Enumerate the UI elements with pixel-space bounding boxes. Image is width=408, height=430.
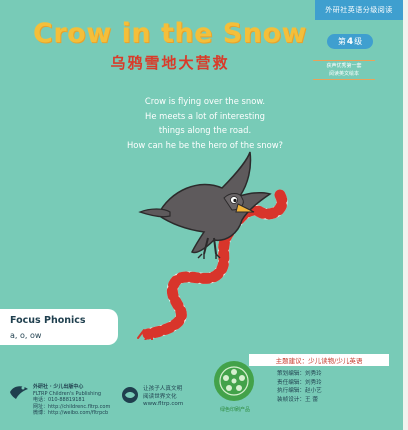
- book-cover: 外研社英语分级阅读 第4级 获声优秀第一套 阅读英文绘本 Crow in the…: [0, 0, 403, 430]
- publisher-logo-icon: [10, 386, 28, 399]
- credit-line: 执行编辑：赵小艺: [277, 388, 322, 394]
- focus-phonics-title: Focus Phonics: [10, 315, 86, 326]
- blurb: Crow is flying over the snow. He meets a…: [70, 94, 340, 152]
- series-tab: 外研社英语分级阅读: [315, 0, 403, 20]
- credit-line: 责任编辑：刘秀玲: [277, 379, 322, 386]
- blurb-line: He meets a lot of interesting: [145, 110, 265, 121]
- focus-phonics-sounds: a, o, ow: [10, 331, 42, 340]
- credit-line: 策划编辑：刘秀玲: [277, 371, 322, 377]
- book-title: Crow in the Snow: [33, 18, 307, 49]
- seal-caption: 绿色印刷产品: [219, 407, 250, 413]
- credits: 策划编辑：刘秀玲 责任编辑：刘秀玲 执行编辑：赵小艺 装帧设计：王 蕾: [277, 370, 377, 404]
- book-title-chinese: 乌鸦雪地大营救: [110, 54, 230, 72]
- page-edge: [403, 0, 408, 430]
- crow-illustration: [137, 151, 288, 340]
- publisher-line: 微博：http://weibo.com/fltrpcb: [33, 410, 109, 416]
- level-suffix: 级: [354, 37, 363, 46]
- blurb-line: things along the road.: [158, 125, 252, 135]
- world-line: www.fltrp.com: [143, 401, 184, 407]
- blurb-line: Crow is flying over the snow.: [144, 96, 266, 106]
- credit-line: 装帧设计：王 蕾: [277, 396, 318, 403]
- world-logo-icon: [122, 387, 138, 403]
- world-line: 阅读世界文化: [143, 393, 177, 400]
- level-number: 4: [346, 36, 354, 47]
- world-info: 让孩子人真文明 阅读世界文化 www.fltrp.com: [143, 386, 183, 409]
- focus-phonics-panel: Focus Phonics a, o, ow: [0, 309, 118, 345]
- world-line: 让孩子人真文明: [143, 386, 183, 392]
- green-seal-icon: [214, 361, 254, 401]
- age-suggestion: 主题建议：少儿读物/少儿英语: [249, 354, 389, 366]
- crow-body: [138, 151, 272, 259]
- publisher-info: 外研社 · 少儿出版中心 FLTRP Children's Publishing…: [33, 384, 110, 417]
